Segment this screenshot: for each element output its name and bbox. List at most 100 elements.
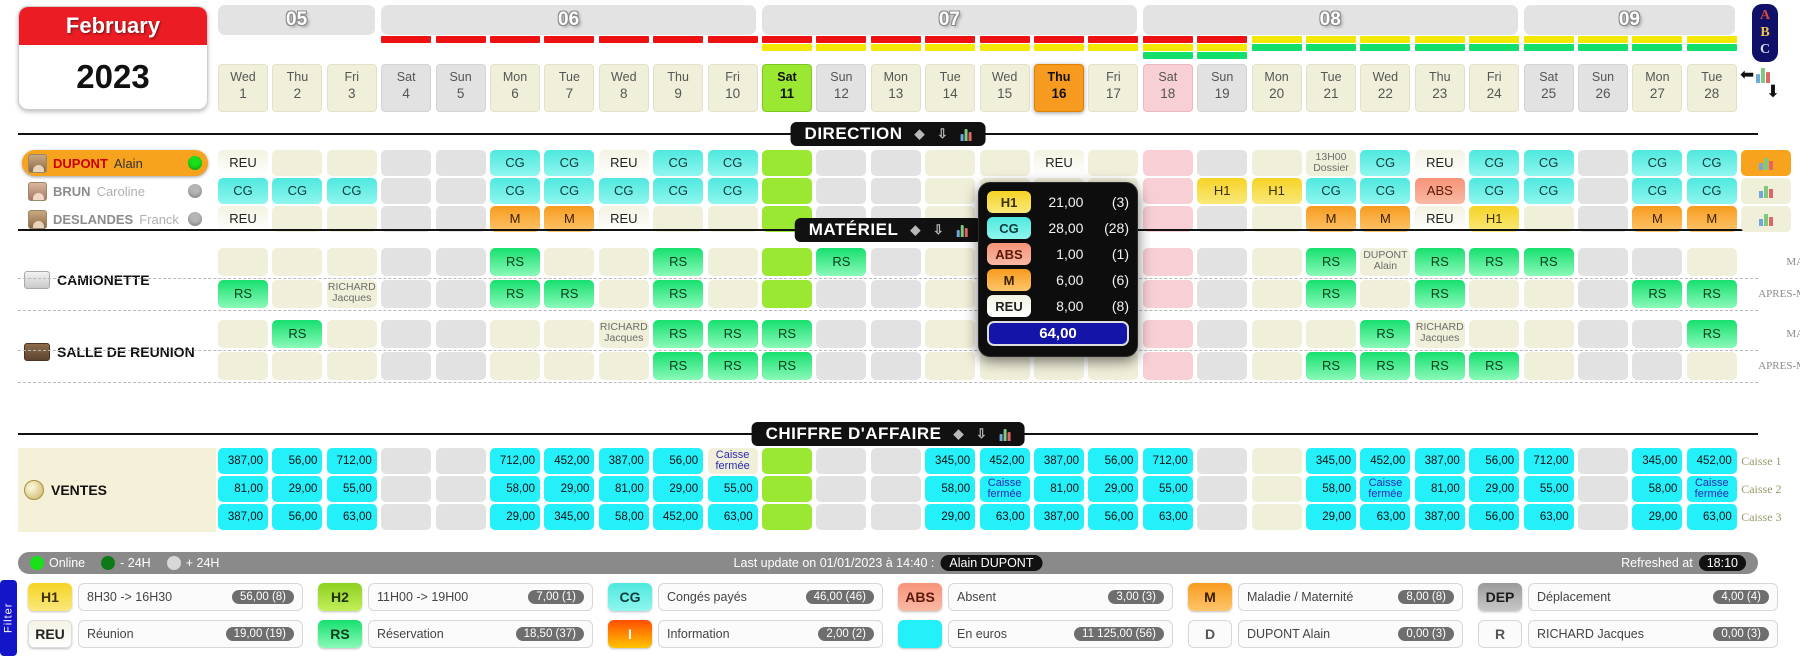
schedule-cell[interactable]: 55,00 bbox=[1142, 476, 1193, 502]
schedule-cell-empty[interactable] bbox=[1197, 280, 1248, 308]
legend-code-badge[interactable]: H2 bbox=[318, 583, 362, 611]
day-header-cell[interactable]: Sun 26 bbox=[1578, 64, 1628, 112]
schedule-cell[interactable]: 63,00 bbox=[326, 504, 377, 530]
schedule-cell[interactable]: 452,00 bbox=[1360, 448, 1411, 474]
schedule-cell-empty[interactable] bbox=[1142, 150, 1193, 176]
week-number-cell[interactable]: 08 bbox=[1142, 5, 1518, 35]
legend-code-badge[interactable]: CG bbox=[608, 583, 652, 611]
section-direction-title-pill[interactable]: DIRECTION ◆ ⇩ bbox=[790, 122, 986, 146]
schedule-cell-empty[interactable] bbox=[1686, 352, 1737, 380]
section-chiffre-title-pill[interactable]: CHIFFRE D'AFFAIRE ◆ ⇩ bbox=[751, 422, 1025, 446]
schedule-cell-empty[interactable] bbox=[707, 248, 758, 276]
schedule-cell-empty[interactable] bbox=[1578, 448, 1628, 474]
schedule-cell[interactable]: CG bbox=[1686, 178, 1737, 204]
schedule-cell[interactable]: CG bbox=[544, 150, 595, 176]
schedule-cell-empty[interactable] bbox=[598, 280, 649, 308]
arrow-left-icon[interactable]: ⬅ bbox=[1740, 66, 1754, 83]
schedule-cell[interactable]: 29,00 bbox=[653, 476, 704, 502]
schedule-cell-empty[interactable] bbox=[272, 150, 323, 176]
schedule-cell[interactable] bbox=[762, 280, 812, 308]
schedule-cell[interactable]: 345,00 bbox=[1306, 448, 1356, 474]
schedule-cell-empty[interactable] bbox=[218, 352, 268, 380]
schedule-cell[interactable]: 712,00 bbox=[1523, 448, 1574, 474]
schedule-cell[interactable]: 56,00 bbox=[1469, 448, 1520, 474]
schedule-cell[interactable]: ABS bbox=[1414, 178, 1465, 204]
schedule-cell[interactable]: RS bbox=[490, 248, 540, 276]
schedule-cell[interactable]: CG bbox=[1469, 178, 1520, 204]
schedule-cell[interactable]: 56,00 bbox=[1088, 448, 1139, 474]
schedule-cell[interactable]: 29,00 bbox=[1088, 476, 1139, 502]
schedule-cell[interactable]: RS bbox=[218, 280, 268, 308]
schedule-cell-empty[interactable] bbox=[598, 352, 649, 380]
schedule-cell[interactable]: RS bbox=[1360, 352, 1411, 380]
day-header-cell[interactable]: Sun 12 bbox=[816, 64, 867, 112]
day-header-cell[interactable]: Fri 3 bbox=[326, 64, 377, 112]
schedule-cell-empty[interactable] bbox=[870, 150, 921, 176]
schedule-cell-empty[interactable] bbox=[435, 448, 486, 474]
schedule-cell[interactable] bbox=[762, 248, 812, 276]
row-chart-button[interactable] bbox=[1741, 150, 1792, 176]
schedule-cell[interactable]: 387,00 bbox=[1414, 448, 1465, 474]
schedule-cell-empty[interactable] bbox=[1251, 504, 1302, 530]
schedule-cell[interactable]: RS bbox=[653, 320, 704, 348]
schedule-cell[interactable]: 712,00 bbox=[1142, 448, 1193, 474]
schedule-cell-empty[interactable] bbox=[435, 280, 486, 308]
schedule-cell-empty[interactable] bbox=[381, 280, 432, 308]
schedule-cell[interactable]: 81,00 bbox=[1414, 476, 1465, 502]
schedule-cell-empty[interactable] bbox=[925, 320, 976, 348]
schedule-cell-empty[interactable] bbox=[326, 150, 377, 176]
day-header-cell[interactable]: Wed 1 bbox=[218, 64, 268, 112]
week-number-cell[interactable]: 09 bbox=[1523, 5, 1736, 35]
employee-row[interactable]: DUPONT Alain REU CG CG REU CG CG REU 13H00 Dossie… bbox=[18, 150, 1758, 176]
schedule-cell[interactable]: CG bbox=[1523, 178, 1574, 204]
schedule-cell[interactable]: Caisse fermée bbox=[1686, 476, 1737, 502]
schedule-cell-empty[interactable] bbox=[1142, 352, 1193, 380]
schedule-cell-empty[interactable] bbox=[598, 248, 649, 276]
schedule-cell[interactable]: CG bbox=[707, 150, 758, 176]
legend-code-badge[interactable]: REU bbox=[28, 620, 72, 648]
schedule-cell[interactable]: 345,00 bbox=[925, 448, 976, 474]
schedule-cell[interactable]: RS bbox=[653, 280, 704, 308]
employee-row[interactable]: BRUN Caroline CG CG CG CG CG CG CG CG H1 H1 CG CG ABS C… bbox=[18, 178, 1758, 204]
schedule-cell[interactable]: RS bbox=[1414, 280, 1465, 308]
employee-name-cell[interactable]: BRUN Caroline bbox=[22, 178, 208, 204]
section-materiel-title-pill[interactable]: MATÉRIEL ◆ ⇩ bbox=[794, 218, 982, 242]
schedule-cell-empty[interactable] bbox=[925, 352, 976, 380]
schedule-cell-empty[interactable] bbox=[925, 248, 976, 276]
schedule-cell[interactable]: CG bbox=[490, 150, 540, 176]
legend-item[interactable]: DEP Déplacement 4,00 (4) bbox=[1478, 582, 1778, 612]
schedule-cell[interactable]: 387,00 bbox=[218, 448, 268, 474]
legend-code-badge[interactable]: I bbox=[608, 620, 652, 648]
schedule-cell[interactable]: 63,00 bbox=[1142, 504, 1193, 530]
schedule-cell[interactable]: 345,00 bbox=[1632, 448, 1683, 474]
schedule-cell[interactable]: 56,00 bbox=[1088, 504, 1139, 530]
schedule-cell[interactable]: CG bbox=[1360, 150, 1411, 176]
legend-code-badge[interactable]: DEP bbox=[1478, 583, 1522, 611]
schedule-cell[interactable] bbox=[762, 178, 812, 204]
schedule-cell-empty[interactable] bbox=[1523, 352, 1574, 380]
schedule-cell-empty[interactable] bbox=[1197, 352, 1248, 380]
schedule-cell[interactable]: RS bbox=[653, 352, 704, 380]
day-header-cell[interactable]: Sun 19 bbox=[1197, 64, 1248, 112]
schedule-cell[interactable]: CG bbox=[1632, 150, 1683, 176]
schedule-cell[interactable]: 452,00 bbox=[1686, 448, 1737, 474]
schedule-cell-empty[interactable] bbox=[1251, 280, 1302, 308]
schedule-cell-empty[interactable] bbox=[272, 352, 323, 380]
schedule-cell[interactable] bbox=[762, 476, 812, 502]
schedule-cell-empty[interactable] bbox=[870, 448, 921, 474]
schedule-cell[interactable]: 58,00 bbox=[490, 476, 540, 502]
schedule-cell[interactable]: 58,00 bbox=[1632, 476, 1683, 502]
schedule-cell-empty[interactable] bbox=[816, 504, 867, 530]
schedule-cell[interactable]: Caisse fermée bbox=[707, 448, 758, 474]
schedule-cell[interactable]: RS bbox=[1632, 280, 1683, 308]
schedule-cell-empty[interactable] bbox=[925, 178, 976, 204]
schedule-cell[interactable]: 13H00 Dossier bbox=[1306, 150, 1356, 176]
day-header-cell[interactable]: Wed 15 bbox=[979, 64, 1030, 112]
schedule-cell-empty[interactable] bbox=[870, 504, 921, 530]
schedule-cell-empty[interactable] bbox=[1197, 320, 1248, 348]
schedule-cell[interactable] bbox=[762, 448, 812, 474]
schedule-cell-empty[interactable] bbox=[1578, 504, 1628, 530]
schedule-cell[interactable]: H1 bbox=[1197, 178, 1248, 204]
legend-item[interactable]: H1 8H30 -> 16H30 56,00 (8) bbox=[28, 582, 303, 612]
schedule-cell[interactable]: 29,00 bbox=[925, 504, 976, 530]
